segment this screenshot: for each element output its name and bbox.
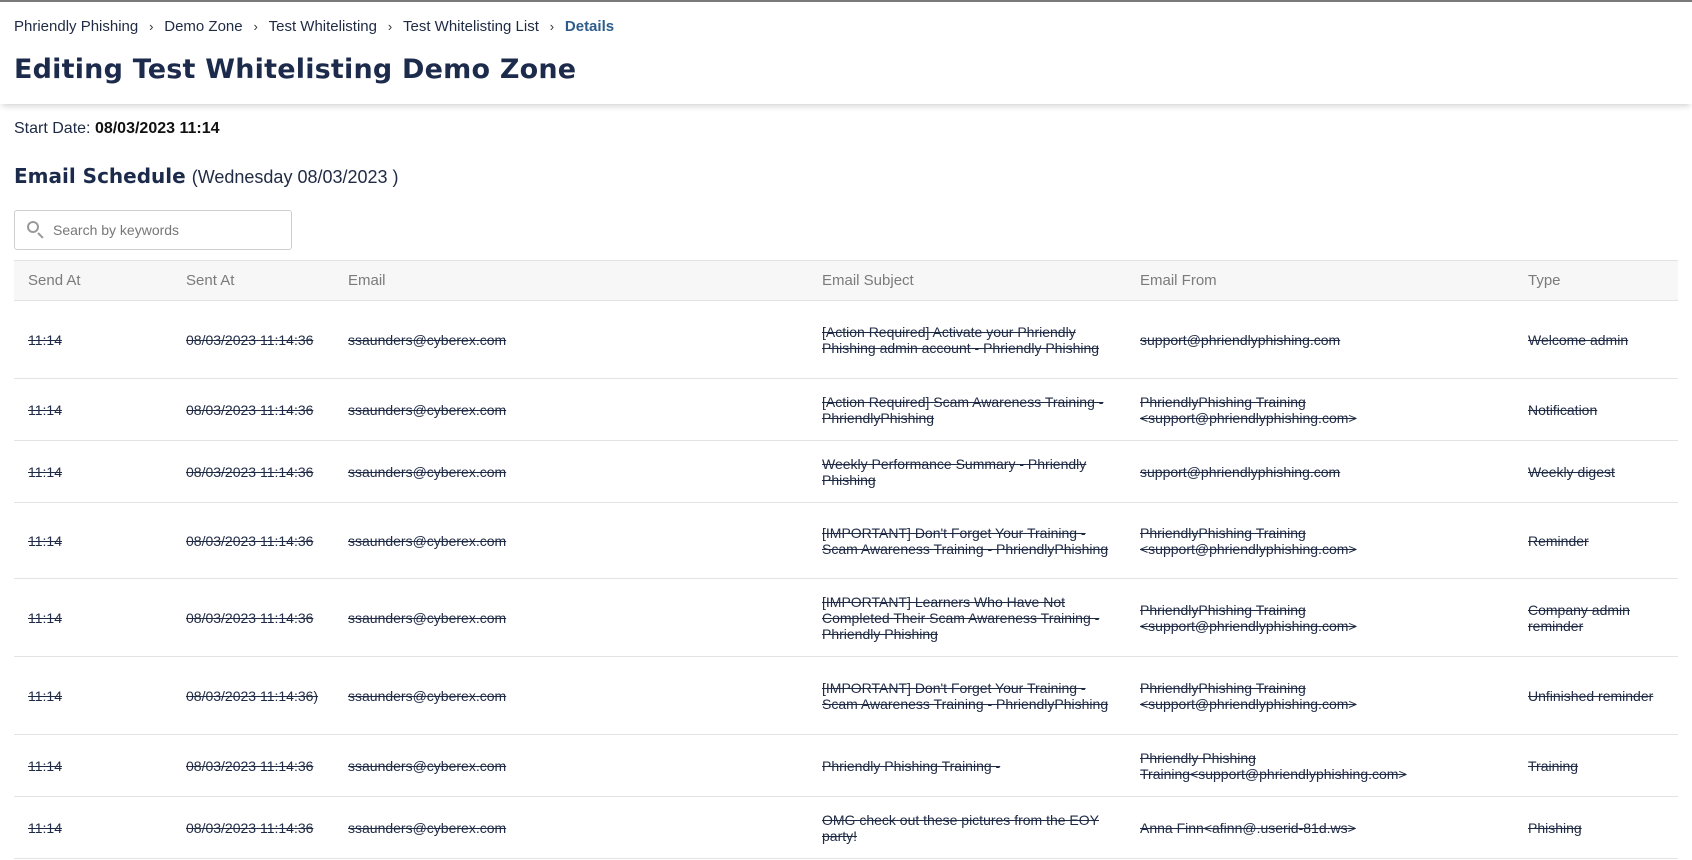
table-row[interactable]: 11:14 08/03/2023 11:14:36 ssaunders@cybe… xyxy=(14,578,1678,657)
cell-sent-at: 08/03/2023 11:14:36) xyxy=(172,656,334,735)
chevron-right-icon: › xyxy=(549,18,555,34)
column-header-email-from[interactable]: Email From xyxy=(1126,260,1514,301)
cell-email: ssaunders@cyberex.com xyxy=(334,300,808,379)
start-date: Start Date: 08/03/2023 11:14 xyxy=(14,120,220,138)
email-schedule-heading: Email Schedule (Wednesday 08/03/2023 ) xyxy=(14,164,399,188)
cell-type: Welcome admin xyxy=(1514,300,1678,379)
cell-sent-at: 08/03/2023 11:14:36 xyxy=(172,440,334,503)
cell-email-subject: [IMPORTANT] Learners Who Have Not Comple… xyxy=(808,578,1126,657)
cell-sent-at: 08/03/2023 11:14:36 xyxy=(172,502,334,579)
chevron-right-icon: › xyxy=(387,18,393,34)
page-header: Phriendly Phishing › Demo Zone › Test Wh… xyxy=(0,2,1692,104)
cell-type: Unfinished reminder xyxy=(1514,656,1678,735)
cell-send-at: 11:14 xyxy=(14,502,172,579)
breadcrumb: Phriendly Phishing › Demo Zone › Test Wh… xyxy=(14,16,614,36)
search-input[interactable] xyxy=(53,222,283,238)
table-row[interactable]: 11:14 08/03/2023 11:14:36 ssaunders@cybe… xyxy=(14,502,1678,579)
breadcrumb-item-phriendly-phishing[interactable]: Phriendly Phishing xyxy=(14,18,138,35)
search-icon xyxy=(25,219,47,241)
cell-send-at: 11:14 xyxy=(14,300,172,379)
cell-email-from: Phriendly Phishing Training<support@phri… xyxy=(1126,734,1514,797)
email-schedule-date: (Wednesday 08/03/2023 ) xyxy=(191,167,399,187)
column-header-email-subject[interactable]: Email Subject xyxy=(808,260,1126,301)
cell-email: ssaunders@cyberex.com xyxy=(334,502,808,579)
cell-type: Notification xyxy=(1514,378,1678,441)
cell-email-from: Anna Finn<afinn@.userid-81d.ws> xyxy=(1126,796,1514,859)
chevron-right-icon: › xyxy=(149,18,154,34)
cell-email-subject: [IMPORTANT] Don't Forget Your Training -… xyxy=(808,656,1126,735)
column-header-send-at[interactable]: Send At xyxy=(14,260,172,301)
column-header-sent-at[interactable]: Sent At xyxy=(172,260,334,301)
cell-email-from: support@phriendlyphishing.com xyxy=(1126,300,1514,379)
cell-email-subject: OMG check out these pictures from the EO… xyxy=(808,796,1126,859)
cell-type: Reminder xyxy=(1514,502,1678,579)
cell-send-at: 11:14 xyxy=(14,734,172,797)
cell-email-subject: [Action Required] Scam Awareness Trainin… xyxy=(808,378,1126,441)
cell-sent-at: 08/03/2023 11:14:36 xyxy=(172,734,334,797)
start-date-label: Start Date: xyxy=(14,120,91,137)
table-row[interactable]: 11:14 08/03/2023 11:14:36 ssaunders@cybe… xyxy=(14,378,1678,441)
search-box[interactable] xyxy=(14,210,292,250)
cell-send-at: 11:14 xyxy=(14,796,172,859)
cell-email-from: PhriendlyPhishing Training <support@phri… xyxy=(1126,502,1514,579)
start-date-value: 08/03/2023 11:14 xyxy=(94,120,220,137)
cell-email-from: PhriendlyPhishing Training <support@phri… xyxy=(1126,656,1514,735)
cell-type: Weekly digest xyxy=(1514,440,1678,503)
cell-email: ssaunders@cyberex.com xyxy=(334,734,808,797)
cell-sent-at: 08/03/2023 11:14:36 xyxy=(172,796,334,859)
cell-type: Phishing xyxy=(1514,796,1678,859)
cell-email-subject: Phriendly Phishing Training - xyxy=(808,734,1126,797)
cell-send-at: 11:14 xyxy=(14,578,172,657)
cell-email-subject: [Action Required] Activate your Phriendl… xyxy=(808,300,1126,379)
breadcrumb-current-details: Details xyxy=(564,17,615,35)
table-row[interactable]: 11:14 08/03/2023 11:14:36 ssaunders@cybe… xyxy=(14,734,1678,797)
cell-send-at: 11:14 xyxy=(14,656,172,735)
email-schedule-table: Send At Sent At Email Email Subject Emai… xyxy=(14,260,1678,859)
page-title: Editing Test Whitelisting Demo Zone xyxy=(14,54,577,85)
table-row[interactable]: 11:14 08/03/2023 11:14:36) ssaunders@cyb… xyxy=(14,656,1678,735)
breadcrumb-item-demo-zone[interactable]: Demo Zone xyxy=(164,18,242,35)
table-row[interactable]: 11:14 08/03/2023 11:14:36 ssaunders@cybe… xyxy=(14,440,1678,503)
table-header-row: Send At Sent At Email Email Subject Emai… xyxy=(14,260,1678,301)
cell-email-subject: Weekly Performance Summary - Phriendly P… xyxy=(808,440,1126,503)
cell-type: Company admin reminder xyxy=(1514,578,1678,657)
table-row[interactable]: 11:14 08/03/2023 11:14:36 ssaunders@cybe… xyxy=(14,300,1678,379)
table-row[interactable]: 11:14 08/03/2023 11:14:36 ssaunders@cybe… xyxy=(14,796,1678,859)
cell-email-from: PhriendlyPhishing Training <support@phri… xyxy=(1126,578,1514,657)
cell-sent-at: 08/03/2023 11:14:36 xyxy=(172,300,334,379)
column-header-type[interactable]: Type xyxy=(1514,260,1678,301)
cell-email: ssaunders@cyberex.com xyxy=(334,578,808,657)
cell-email: ssaunders@cyberex.com xyxy=(334,656,808,735)
cell-email-from: support@phriendlyphishing.com xyxy=(1126,440,1514,503)
cell-send-at: 11:14 xyxy=(14,440,172,503)
cell-send-at: 11:14 xyxy=(14,378,172,441)
cell-email-subject: [IMPORTANT] Don't Forget Your Training -… xyxy=(808,502,1126,579)
chevron-right-icon: › xyxy=(253,18,258,34)
cell-email: ssaunders@cyberex.com xyxy=(334,440,808,503)
breadcrumb-item-test-whitelisting-list[interactable]: Test Whitelisting List xyxy=(403,18,539,35)
cell-sent-at: 08/03/2023 11:14:36 xyxy=(172,578,334,657)
breadcrumb-item-test-whitelisting[interactable]: Test Whitelisting xyxy=(269,18,377,35)
cell-email: ssaunders@cyberex.com xyxy=(334,378,808,441)
cell-email: ssaunders@cyberex.com xyxy=(334,796,808,859)
cell-sent-at: 08/03/2023 11:14:36 xyxy=(172,378,334,441)
column-header-email[interactable]: Email xyxy=(334,260,808,301)
email-schedule-title: Email Schedule xyxy=(14,164,186,188)
cell-email-from: PhriendlyPhishing Training <support@phri… xyxy=(1126,378,1514,441)
cell-type: Training xyxy=(1514,734,1678,797)
